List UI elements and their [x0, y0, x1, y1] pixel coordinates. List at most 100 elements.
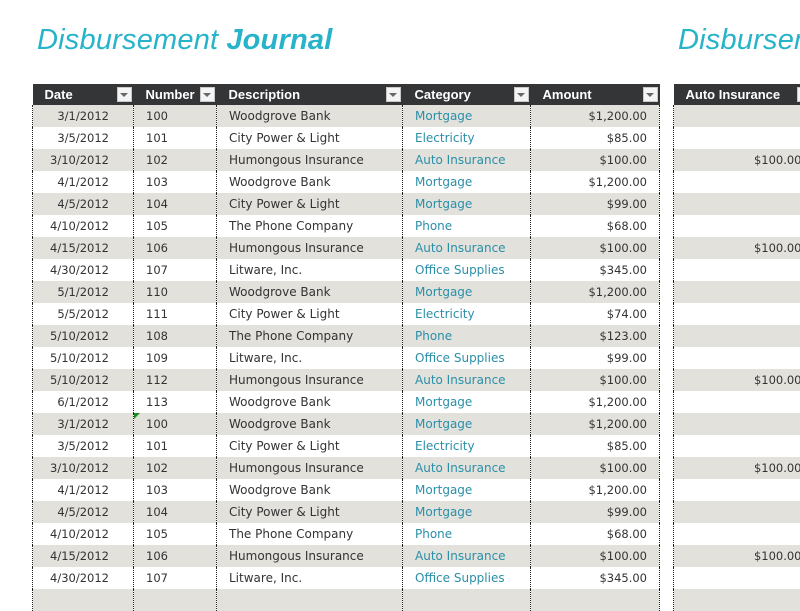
summary-amount-cell[interactable] [674, 215, 800, 237]
number-cell[interactable]: 103 [134, 479, 217, 501]
description-cell[interactable]: City Power & Light [217, 193, 403, 215]
description-cell[interactable]: City Power & Light [217, 435, 403, 457]
number-cell[interactable]: 101 [134, 435, 217, 457]
amount-cell[interactable]: $1,200.00 [531, 391, 660, 413]
date-cell[interactable]: 3/10/2012 [33, 149, 134, 171]
number-cell[interactable]: 105 [134, 215, 217, 237]
description-cell[interactable] [217, 589, 403, 611]
number-cell[interactable]: 109 [134, 347, 217, 369]
summary-amount-cell[interactable] [674, 127, 800, 149]
amount-cell[interactable]: $85.00 [531, 435, 660, 457]
number-cell[interactable]: 107 [134, 259, 217, 281]
filter-dropdown-button[interactable] [514, 87, 529, 102]
summary-amount-cell[interactable] [674, 523, 800, 545]
summary-amount-cell[interactable] [674, 413, 800, 435]
description-cell[interactable]: Woodgrove Bank [217, 479, 403, 501]
number-cell[interactable]: 102 [134, 457, 217, 479]
description-cell[interactable]: The Phone Company [217, 325, 403, 347]
category-cell[interactable]: Auto Insurance [403, 457, 531, 479]
amount-cell[interactable]: $68.00 [531, 215, 660, 237]
description-cell[interactable]: Litware, Inc. [217, 259, 403, 281]
category-cell[interactable]: Mortgage [403, 501, 531, 523]
filter-dropdown-button[interactable] [797, 87, 800, 102]
category-cell[interactable] [403, 589, 531, 611]
date-cell[interactable]: 4/30/2012 [33, 259, 134, 281]
summary-amount-cell[interactable] [674, 259, 800, 281]
filter-dropdown-button[interactable] [386, 87, 401, 102]
category-cell[interactable]: Mortgage [403, 105, 531, 127]
date-cell[interactable]: 4/5/2012 [33, 193, 134, 215]
date-cell[interactable]: 5/10/2012 [33, 369, 134, 391]
category-cell[interactable]: Auto Insurance [403, 545, 531, 567]
number-cell[interactable]: 106 [134, 237, 217, 259]
date-cell[interactable]: 6/1/2012 [33, 391, 134, 413]
date-cell[interactable]: 4/15/2012 [33, 545, 134, 567]
description-cell[interactable]: City Power & Light [217, 127, 403, 149]
column-header-date[interactable]: Date [33, 84, 134, 105]
number-cell[interactable]: 104 [134, 501, 217, 523]
amount-cell[interactable]: $99.00 [531, 193, 660, 215]
amount-cell[interactable]: $1,200.00 [531, 105, 660, 127]
category-cell[interactable]: Electricity [403, 435, 531, 457]
amount-cell[interactable]: $1,200.00 [531, 413, 660, 435]
filter-dropdown-button[interactable] [117, 87, 132, 102]
filter-dropdown-button[interactable] [200, 87, 215, 102]
description-cell[interactable]: Woodgrove Bank [217, 171, 403, 193]
summary-amount-cell[interactable] [674, 479, 800, 501]
date-cell[interactable]: 4/1/2012 [33, 171, 134, 193]
description-cell[interactable]: Litware, Inc. [217, 347, 403, 369]
number-cell[interactable]: 104 [134, 193, 217, 215]
category-cell[interactable]: Phone [403, 325, 531, 347]
amount-cell[interactable]: $1,200.00 [531, 479, 660, 501]
column-header-category[interactable]: Category [403, 84, 531, 105]
amount-cell[interactable]: $1,200.00 [531, 281, 660, 303]
description-cell[interactable]: Humongous Insurance [217, 149, 403, 171]
description-cell[interactable]: The Phone Company [217, 523, 403, 545]
date-cell[interactable]: 3/5/2012 [33, 435, 134, 457]
date-cell[interactable]: 5/10/2012 [33, 325, 134, 347]
summary-amount-cell[interactable] [674, 567, 800, 589]
category-cell[interactable]: Office Supplies [403, 347, 531, 369]
number-cell[interactable]: 101 [134, 127, 217, 149]
summary-amount-cell[interactable] [674, 171, 800, 193]
summary-amount-cell[interactable] [674, 589, 800, 611]
description-cell[interactable]: Woodgrove Bank [217, 391, 403, 413]
number-cell[interactable]: 111 [134, 303, 217, 325]
description-cell[interactable]: City Power & Light [217, 501, 403, 523]
amount-cell[interactable]: $100.00 [531, 457, 660, 479]
number-cell[interactable]: 105 [134, 523, 217, 545]
amount-cell[interactable]: $100.00 [531, 545, 660, 567]
category-cell[interactable]: Auto Insurance [403, 149, 531, 171]
number-cell[interactable]: 110 [134, 281, 217, 303]
column-header-number[interactable]: Number [134, 84, 217, 105]
description-cell[interactable]: Humongous Insurance [217, 457, 403, 479]
amount-cell[interactable]: $99.00 [531, 347, 660, 369]
column-header-auto-insurance[interactable]: Auto Insurance [674, 84, 800, 105]
amount-cell[interactable]: $345.00 [531, 259, 660, 281]
description-cell[interactable]: The Phone Company [217, 215, 403, 237]
date-cell[interactable]: 3/10/2012 [33, 457, 134, 479]
summary-amount-cell[interactable]: $100.00 [674, 457, 800, 479]
description-cell[interactable]: Humongous Insurance [217, 545, 403, 567]
category-cell[interactable]: Auto Insurance [403, 369, 531, 391]
date-cell[interactable]: 5/5/2012 [33, 303, 134, 325]
category-cell[interactable]: Mortgage [403, 171, 531, 193]
number-cell[interactable]: 112 [134, 369, 217, 391]
amount-cell[interactable]: $68.00 [531, 523, 660, 545]
date-cell[interactable]: 4/5/2012 [33, 501, 134, 523]
number-cell[interactable]: 107 [134, 567, 217, 589]
date-cell[interactable]: 4/10/2012 [33, 215, 134, 237]
date-cell[interactable]: 3/1/2012 [33, 105, 134, 127]
summary-amount-cell[interactable] [674, 435, 800, 457]
category-cell[interactable]: Auto Insurance [403, 237, 531, 259]
amount-cell[interactable]: $99.00 [531, 501, 660, 523]
category-cell[interactable]: Mortgage [403, 193, 531, 215]
column-header-amount[interactable]: Amount [531, 84, 660, 105]
summary-amount-cell[interactable]: $100.00 [674, 237, 800, 259]
category-cell[interactable]: Mortgage [403, 281, 531, 303]
amount-cell[interactable]: $74.00 [531, 303, 660, 325]
description-cell[interactable]: Humongous Insurance [217, 237, 403, 259]
amount-cell[interactable]: $123.00 [531, 325, 660, 347]
number-cell[interactable]: 100 [134, 105, 217, 127]
number-cell[interactable]: 102 [134, 149, 217, 171]
